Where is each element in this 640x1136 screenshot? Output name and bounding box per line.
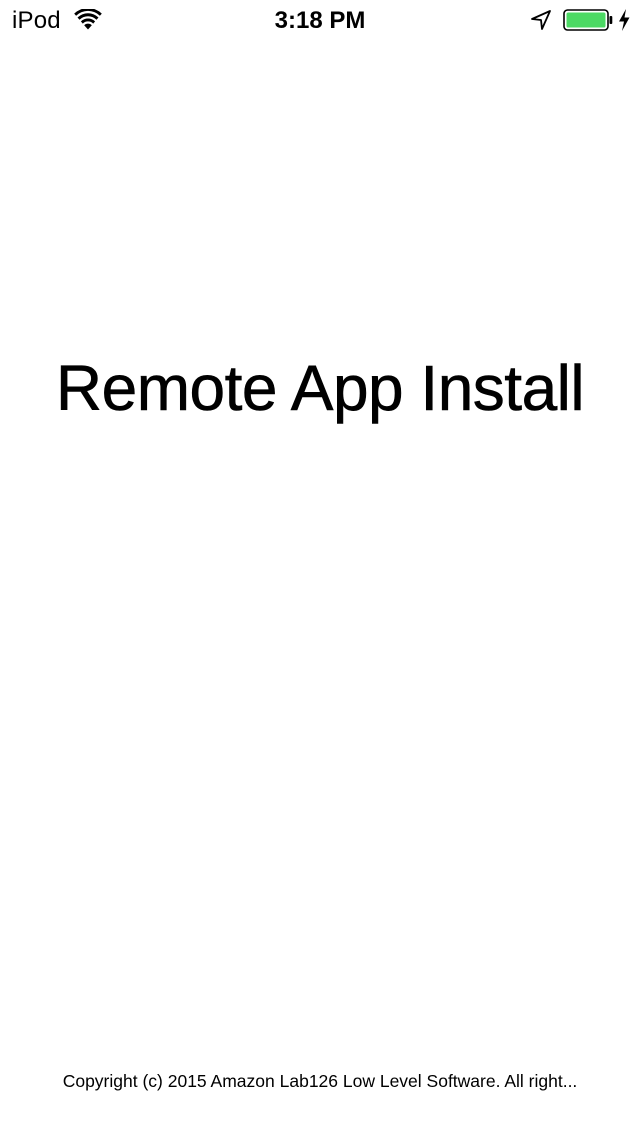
app-title: Remote App Install	[55, 352, 585, 425]
location-arrow-icon	[531, 10, 551, 30]
status-bar: iPod 3:18 PM	[0, 0, 640, 40]
battery-icon	[563, 9, 613, 31]
charging-bolt-icon	[619, 9, 630, 31]
copyright-footer: Copyright (c) 2015 Amazon Lab126 Low Lev…	[62, 1071, 578, 1091]
